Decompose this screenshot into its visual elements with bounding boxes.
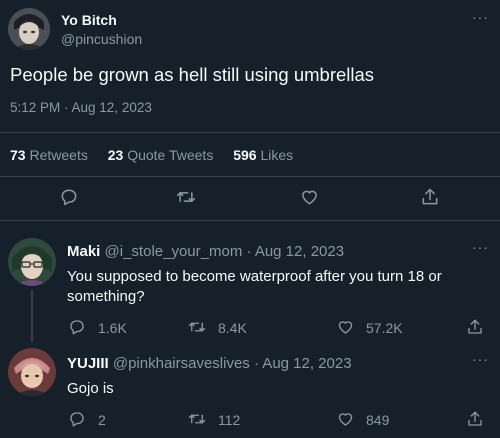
- tweet-stats: 73 Retweets 23 Quote Tweets 596 Likes: [10, 147, 293, 163]
- quotes-label: Quote Tweets: [127, 147, 214, 163]
- likes-label: Likes: [260, 147, 294, 163]
- retweet-icon[interactable]: [188, 410, 206, 428]
- reply-count: 1.6K: [98, 320, 127, 336]
- more-options-button[interactable]: ···: [472, 352, 489, 366]
- retweet-count: 8.4K: [218, 320, 247, 336]
- retweet-count: 112: [218, 412, 241, 428]
- more-options-button[interactable]: ···: [472, 10, 489, 24]
- retweets-label: Retweets: [29, 147, 88, 163]
- reply-text: You supposed to become waterproof after …: [67, 267, 442, 307]
- divider: [0, 220, 500, 221]
- reply-header: YUJIII @pinkhairsaveslives · Aug 12, 202…: [67, 355, 352, 372]
- likes-stat[interactable]: 596 Likes: [233, 147, 293, 163]
- reply-text-line: Gojo is: [67, 380, 114, 397]
- quotes-count: 23: [107, 147, 124, 163]
- divider: [0, 132, 500, 133]
- tweet-text: People be grown as hell still using umbr…: [10, 64, 375, 85]
- author-name[interactable]: Maki: [67, 243, 100, 260]
- likes-count: 596: [233, 147, 257, 163]
- author-name[interactable]: Yo Bitch: [61, 12, 117, 28]
- like-count: 849: [366, 412, 390, 428]
- reply-icon[interactable]: [68, 318, 86, 336]
- retweets-stat[interactable]: 73 Retweets: [10, 147, 92, 163]
- author-handle[interactable]: @pincushion: [61, 31, 142, 47]
- thread-line: [31, 290, 33, 342]
- avatar[interactable]: [8, 238, 56, 286]
- retweet-icon[interactable]: [176, 187, 196, 207]
- reply-icon[interactable]: [59, 187, 79, 207]
- reply-count: 2: [98, 412, 106, 428]
- avatar[interactable]: [8, 8, 50, 50]
- share-icon[interactable]: [466, 410, 484, 428]
- share-icon[interactable]: [420, 187, 440, 207]
- retweet-icon[interactable]: [188, 318, 206, 336]
- reply-text-line: something?: [67, 288, 145, 305]
- avatar[interactable]: [8, 348, 56, 396]
- author-meta[interactable]: @i_stole_your_mom · Aug 12, 2023: [105, 243, 345, 260]
- divider: [0, 176, 500, 177]
- like-icon[interactable]: [299, 187, 320, 207]
- tweet-timestamp[interactable]: 5:12 PM · Aug 12, 2023: [10, 100, 152, 115]
- like-count: 57.2K: [366, 320, 403, 336]
- reply-icon[interactable]: [68, 410, 86, 428]
- quotes-stat[interactable]: 23 Quote Tweets: [108, 147, 218, 163]
- reply-text-line: You supposed to become waterproof after …: [67, 268, 442, 285]
- like-icon[interactable]: [336, 410, 355, 428]
- author-name[interactable]: YUJIII: [67, 355, 109, 372]
- like-icon[interactable]: [336, 318, 355, 336]
- author-meta[interactable]: @pinkhairsaveslives · Aug 12, 2023: [113, 355, 352, 372]
- more-options-button[interactable]: ···: [472, 240, 489, 254]
- share-icon[interactable]: [466, 318, 484, 336]
- reply-header: Maki @i_stole_your_mom · Aug 12, 2023: [67, 243, 344, 260]
- retweets-count: 73: [10, 147, 26, 163]
